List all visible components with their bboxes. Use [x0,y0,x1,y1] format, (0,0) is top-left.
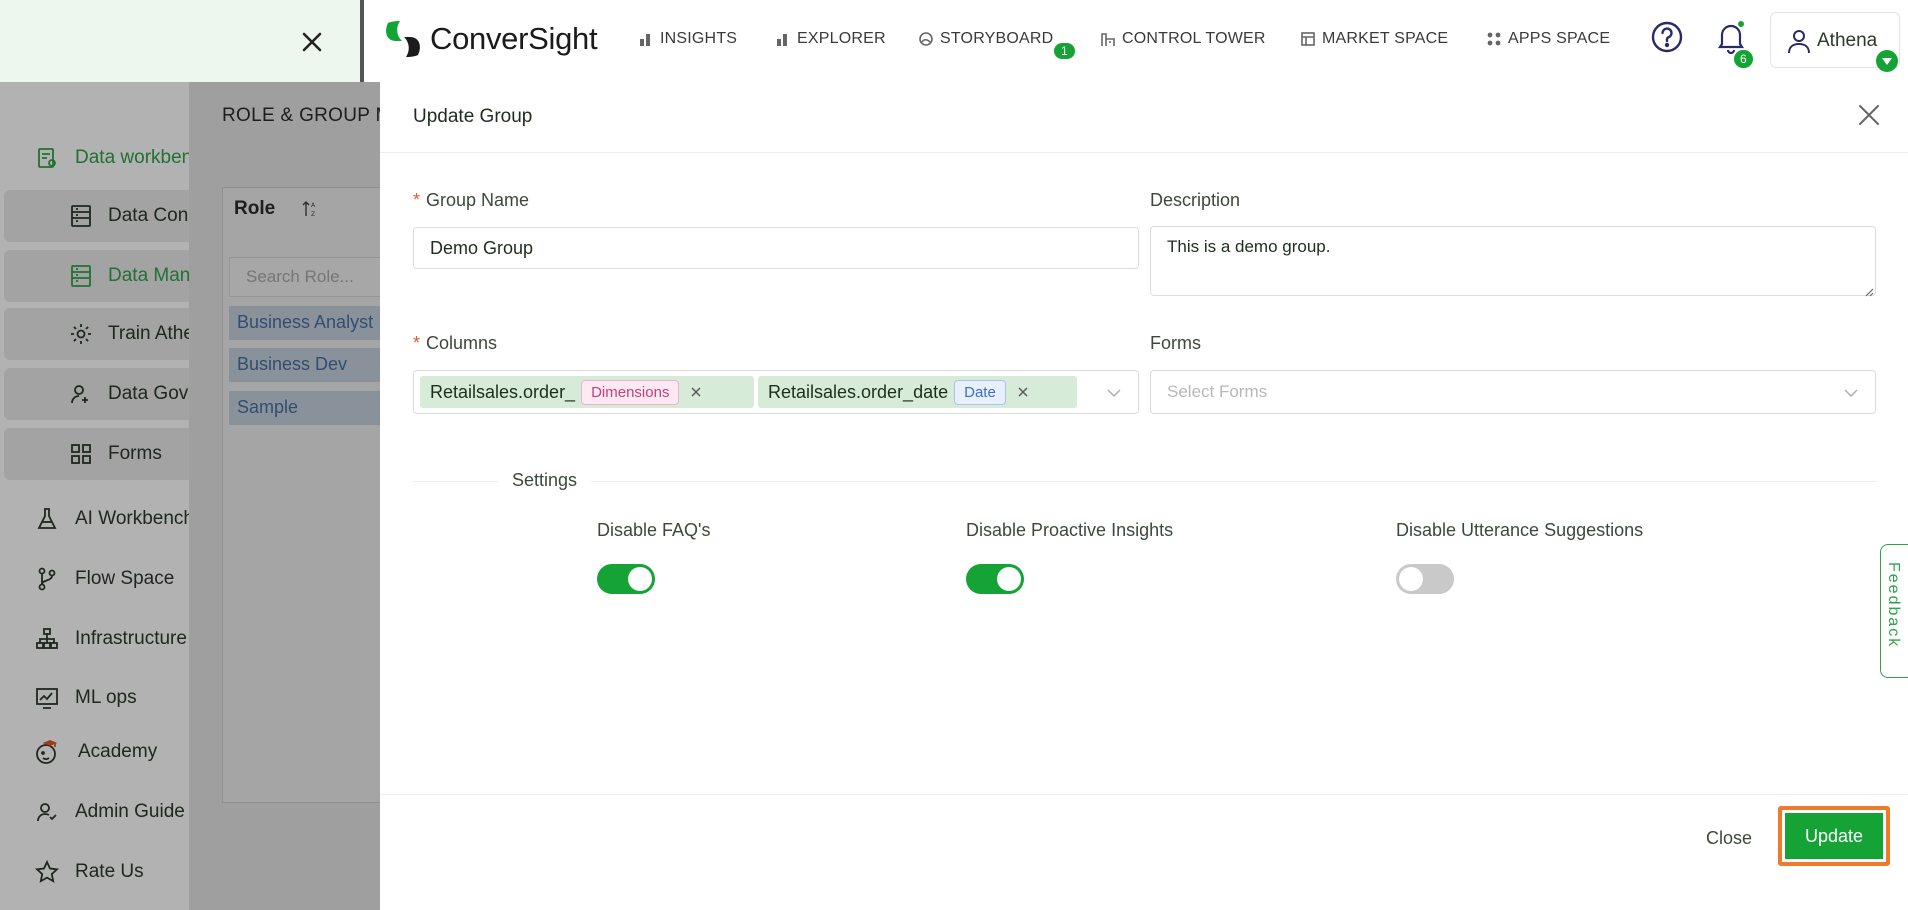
columns-label: * Columns [413,333,497,354]
nav-storyboard[interactable]: STORYBOARD [918,28,1053,50]
disable-proactive-insights-label: Disable Proactive Insights [966,520,1174,540]
nav-control-tower[interactable]: CONTROL TOWER [1100,28,1266,50]
storyboard-badge: 1 [1054,43,1075,59]
nav-label: CONTROL TOWER [1122,30,1266,47]
update-button[interactable]: Update [1778,806,1890,866]
remove-chip-icon[interactable] [1016,385,1030,399]
chevron-down-icon[interactable] [1876,50,1898,72]
feedback-label[interactable]: Feedback [1884,562,1902,648]
required-asterisk-icon: * [413,333,421,353]
disable-utterance-suggestions-toggle[interactable] [1396,564,1454,594]
resize-grip-icon[interactable] [1864,284,1874,297]
column-chip-name: Retailsales.order_ [430,381,576,402]
column-chip-name: Retailsales.order_date [768,381,949,402]
user-icon [1787,28,1811,59]
close-icon[interactable] [1856,102,1882,128]
modal-backdrop[interactable] [0,82,380,910]
chevron-down-icon[interactable] [1843,385,1859,401]
group-name-input[interactable] [413,227,1139,269]
divider [380,152,1908,153]
conversight-logo[interactable]: ConverSight [382,18,598,60]
nav-market-space[interactable]: MARKET SPACE [1300,28,1448,50]
apps-grid-icon [1486,31,1502,47]
nav-apps-space[interactable]: APPS SPACE [1486,28,1610,50]
date-tag: Date [954,379,1006,405]
control-tower-icon [1100,31,1116,47]
forms-placeholder: Select Forms [1167,382,1268,401]
group-name-label: * Group Name [413,190,529,211]
close-icon[interactable] [296,26,328,58]
nav-label: INSIGHTS [660,30,738,47]
forms-label: Forms [1150,333,1201,353]
footer-divider [380,794,1908,795]
update-button-label: Update [1785,813,1883,859]
storyboard-icon [918,31,934,47]
bar-chart-icon [775,31,791,47]
drawer-title: Update Group [413,106,533,127]
disable-proactive-insights-toggle[interactable] [966,564,1024,594]
help-icon[interactable] [1650,20,1684,54]
top-header: ConverSight INSIGHTS EXPLORER STORYBOARD… [360,0,1908,82]
user-name: Athena [1817,30,1878,51]
columns-multiselect[interactable]: Retailsales.order_ Dimensions Retailsale… [413,370,1139,414]
disable-faqs-label: Disable FAQ's [597,520,711,540]
nav-label: MARKET SPACE [1322,30,1449,47]
required-asterisk-icon: * [413,190,421,210]
description-textarea[interactable]: This is a demo group. [1150,226,1876,296]
close-button[interactable]: Close [1694,818,1764,858]
description-field-wrapper: This is a demo group. [1150,226,1876,297]
market-space-icon [1300,31,1316,47]
disable-utterance-suggestions-label: Disable Utterance Suggestions [1396,520,1644,540]
description-label: Description [1150,190,1241,210]
toggle-knob [628,567,652,591]
toggle-knob [1399,567,1423,591]
group-name-label-text: Group Name [426,190,530,210]
forms-select[interactable]: Select Forms [1150,370,1876,414]
logo-text: ConverSight [430,21,598,56]
conversight-logo-icon [386,21,420,57]
notification-count-badge: 6 [1734,50,1753,68]
dimensions-tag: Dimensions [581,379,680,405]
nav-insights[interactable]: INSIGHTS [638,28,737,50]
settings-divider [413,481,1877,482]
column-chip: Retailsales.order_ Dimensions [420,376,754,408]
bar-chart-icon [638,31,654,47]
settings-title: Settings [498,470,592,491]
nav-label: APPS SPACE [1508,30,1611,47]
bell-icon[interactable] [1716,20,1746,55]
nav-label: STORYBOARD [940,30,1054,47]
update-group-drawer: Update Group *Group Name Description Thi… [380,82,1908,910]
nav-explorer[interactable]: EXPLORER [775,28,886,50]
nav-label: EXPLORER [797,30,886,47]
toggle-knob [997,567,1021,591]
column-chip: Retailsales.order_date Date [758,376,1077,408]
columns-label-text: Columns [426,333,498,353]
remove-chip-icon[interactable] [689,385,703,399]
chevron-down-icon[interactable] [1106,385,1122,401]
disable-faqs-toggle[interactable] [597,564,655,594]
